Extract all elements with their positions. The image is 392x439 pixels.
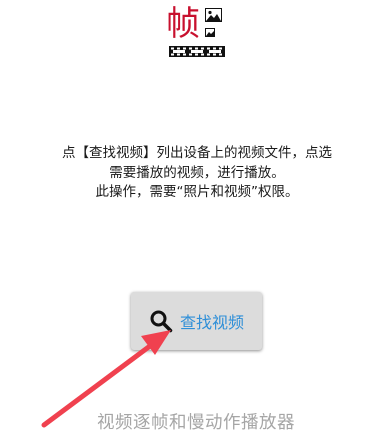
instructions-line-2: 此操作，需要“照片和视频”权限。: [95, 184, 299, 200]
instructions-line-1: 点【查找视频】列出设备上的视频文件，点选需要播放的视频，进行播放。: [62, 145, 332, 181]
find-videos-label: 查找视频: [179, 313, 244, 332]
red-arrow-icon: [41, 330, 171, 428]
film-strip-icon: [169, 46, 225, 57]
instructions-text: 点【查找视频】列出设备上的视频文件，点选需要播放的视频，进行播放。 此操作，需要…: [62, 144, 332, 203]
small-image-icon: [205, 28, 215, 37]
app-logo: 帧: [166, 4, 228, 58]
app-subtitle: 视频逐帧和慢动作播放器: [97, 413, 295, 433]
find-videos-button[interactable]: 查找视频: [131, 292, 262, 350]
search-icon: [150, 310, 173, 333]
logo-character: 帧: [166, 4, 200, 44]
image-icon: [205, 8, 222, 22]
